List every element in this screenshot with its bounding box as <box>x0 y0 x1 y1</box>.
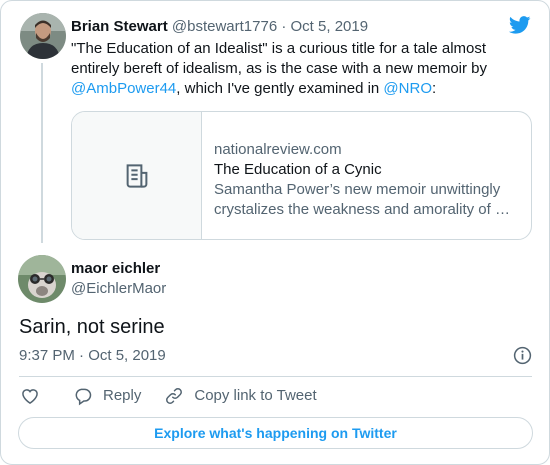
reply-button[interactable]: Reply <box>73 386 141 406</box>
reply-author-name[interactable]: maor eichler <box>71 259 160 279</box>
parent-author-handle[interactable]: @bstewart1776 <box>172 18 277 35</box>
heart-icon <box>22 389 38 404</box>
embedded-tweet-card: Brian Stewart @bstewart1776 · Oct 5, 201… <box>0 0 550 465</box>
info-icon[interactable] <box>513 346 532 365</box>
actions-divider <box>19 376 532 377</box>
mention-nro[interactable]: @NRO <box>383 80 432 97</box>
header-separator: · <box>277 18 291 35</box>
mention-ambpower44[interactable]: @AmbPower44 <box>71 80 176 97</box>
reply-label: Reply <box>103 387 142 404</box>
article-icon <box>126 163 147 188</box>
reply-tweet-text: Sarin, not serine <box>19 316 165 338</box>
reply-author-avatar[interactable] <box>18 255 66 303</box>
explore-twitter-button[interactable]: Explore what's happening on Twitter <box>18 417 533 449</box>
link-preview-card[interactable]: nationalreview.com The Education of a Cy… <box>71 111 532 240</box>
link-icon <box>166 388 183 404</box>
parent-author-name[interactable]: Brian Stewart <box>71 18 168 35</box>
speech-bubble-icon <box>75 388 92 406</box>
copy-link-label: Copy link to Tweet <box>194 387 317 404</box>
reply-timestamp[interactable]: 9:37 PM · Oct 5, 2019 <box>19 346 166 366</box>
parent-author-avatar[interactable] <box>20 13 66 59</box>
parent-text-part3: : <box>431 80 437 97</box>
thread-connector-line <box>41 63 43 243</box>
parent-tweet-text: "The Education of an Idealist" is a curi… <box>71 39 511 99</box>
reply-author-handle[interactable]: @EichlerMaor <box>71 279 166 299</box>
twitter-bird-icon[interactable] <box>509 16 531 34</box>
parent-tweet-date[interactable]: Oct 5, 2019 <box>291 18 369 35</box>
link-domain: nationalreview.com <box>214 141 342 158</box>
parent-text-part1: "The Education of an Idealist" is a curi… <box>71 40 488 77</box>
parent-text-part2: , which I've gently examined in <box>176 80 384 97</box>
parent-tweet-header: Brian Stewart @bstewart1776 · Oct 5, 201… <box>71 17 368 37</box>
link-preview-thumbnail <box>72 112 202 239</box>
link-preview-body: nationalreview.com The Education of a Cy… <box>214 140 519 220</box>
like-button[interactable] <box>20 386 40 406</box>
tweet-actions-bar: Reply Copy link to Tweet <box>20 386 317 406</box>
link-description: Samantha Power’s new memoir unwittingly … <box>214 181 510 218</box>
link-title: The Education of a Cynic <box>214 161 382 178</box>
copy-link-button[interactable]: Copy link to Tweet <box>164 386 317 406</box>
